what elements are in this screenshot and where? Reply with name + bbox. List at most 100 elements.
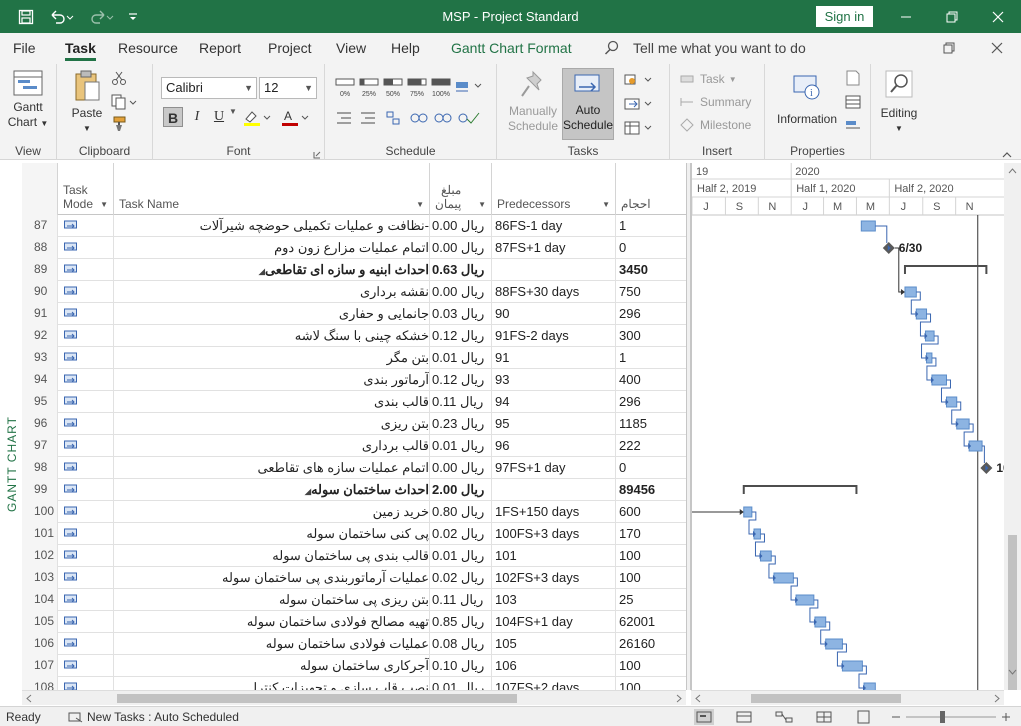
table-row[interactable]: 89 احداث ابنیه و سازه ای تقاطعی◢ ریال 0.63… [22, 259, 686, 281]
table-row[interactable]: 101 پی کنی ساختمان سوله ریال 0.02 100FS+3 d… [22, 523, 686, 545]
row-id[interactable]: 103 [22, 567, 58, 589]
cost-cell[interactable]: ریال 0.02 [430, 567, 492, 589]
table-row[interactable]: 97 قالب برداری ریال 0.01 96 222 [22, 435, 686, 457]
row-id[interactable]: 89 [22, 259, 58, 281]
close-icon[interactable] [975, 0, 1021, 33]
cost-cell[interactable]: ریال 0.12 [430, 325, 492, 347]
cost-cell[interactable]: ریال 2.00 [430, 479, 492, 501]
copy-icon[interactable] [111, 94, 141, 110]
task-mode-cell[interactable] [58, 435, 114, 457]
column-header-predecessors[interactable]: Predecessors ▼ [492, 163, 616, 215]
task-mode-cell[interactable] [58, 633, 114, 655]
task-mode-cell[interactable] [58, 303, 114, 325]
cost-cell[interactable]: ریال 0.12 [430, 369, 492, 391]
underline-chevron-icon[interactable]: ▼ [229, 107, 243, 127]
cost-cell[interactable]: ریال 0.80 [430, 501, 492, 523]
filter-arrow-icon[interactable]: ▼ [478, 200, 486, 209]
minimize-icon[interactable] [883, 0, 929, 33]
table-row[interactable]: 87 -نظافت و عملیات تکمیلی حوضچه شیرآلات ری… [22, 215, 686, 237]
row-id[interactable]: 102 [22, 545, 58, 567]
row-id[interactable]: 88 [22, 237, 58, 259]
percent-complete-75-button[interactable]: 75% [407, 76, 427, 98]
redo-icon[interactable] [84, 0, 118, 33]
resource-sheet-shortcut-icon[interactable] [814, 709, 834, 725]
row-id[interactable]: 90 [22, 281, 58, 303]
predecessors-cell[interactable]: 100FS+3 days [492, 523, 616, 545]
volume-cell[interactable]: 0 [616, 457, 686, 479]
task-name-cell[interactable]: احداث ساختمان سوله◢ [114, 479, 430, 501]
predecessors-cell[interactable]: 101 [492, 545, 616, 567]
auto-schedule-button[interactable]: Auto Schedule [562, 68, 614, 140]
cost-cell[interactable]: ریال 0.63 [430, 259, 492, 281]
grid-horizontal-scrollbar[interactable] [22, 690, 686, 705]
row-id[interactable]: 106 [22, 633, 58, 655]
cost-cell[interactable]: ریال 0.01 [430, 435, 492, 457]
restore-icon[interactable] [929, 0, 975, 33]
volume-cell[interactable]: 400 [616, 369, 686, 391]
collapse-ribbon-icon[interactable] [1002, 148, 1014, 158]
volume-cell[interactable]: 222 [616, 435, 686, 457]
predecessors-cell[interactable]: 88FS+30 days [492, 281, 616, 303]
insert-task-button[interactable]: Task ▼ [680, 72, 737, 86]
predecessors-cell[interactable]: 104FS+1 day [492, 611, 616, 633]
percent-complete-0-button[interactable]: 0% [335, 76, 355, 98]
task-mode-cell[interactable] [58, 545, 114, 567]
network-diagram-shortcut-icon[interactable] [774, 709, 794, 725]
task-mode-cell[interactable] [58, 325, 114, 347]
task-name-cell[interactable]: خرید زمین [114, 501, 430, 523]
volume-cell[interactable]: 1185 [616, 413, 686, 435]
task-name-cell[interactable]: عملیات آرماتوربندی پی ساختمان سوله [114, 567, 430, 589]
table-row[interactable]: 106 عملیات فولادی ساختمان سوله ریال 0.08 10… [22, 633, 686, 655]
row-id[interactable]: 87 [22, 215, 58, 237]
task-usage-shortcut-icon[interactable] [734, 709, 754, 725]
predecessors-cell[interactable]: 93 [492, 369, 616, 391]
task-mode-cell[interactable] [58, 347, 114, 369]
volume-cell[interactable]: 1 [616, 347, 686, 369]
percent-complete-50-button[interactable]: 50% [383, 76, 403, 98]
inspect-icon[interactable] [623, 72, 655, 88]
column-header-task-mode[interactable]: Task Mode ▼ [58, 163, 114, 215]
task-mode-cell[interactable] [58, 413, 114, 435]
table-row[interactable]: 88 اتمام عملیات مزارع زون دوم ریال 0.00 87F… [22, 237, 686, 259]
row-id[interactable]: 107 [22, 655, 58, 677]
volume-cell[interactable]: 62001 [616, 611, 686, 633]
italic-button[interactable]: I [187, 107, 207, 127]
cost-cell[interactable]: ریال 0.11 [430, 589, 492, 611]
task-mode-cell[interactable] [58, 501, 114, 523]
volume-cell[interactable]: 25 [616, 589, 686, 611]
volume-cell[interactable]: 100 [616, 677, 686, 690]
tab-task[interactable]: Task [65, 33, 96, 64]
row-id[interactable]: 97 [22, 435, 58, 457]
volume-cell[interactable]: 296 [616, 391, 686, 413]
task-name-cell[interactable]: قالب بندی [114, 391, 430, 413]
font-name-select[interactable]: Calibri ▼ [161, 77, 257, 99]
row-id[interactable]: 96 [22, 413, 58, 435]
sign-in-button[interactable]: Sign in [816, 6, 873, 27]
mode-icon[interactable] [623, 120, 655, 136]
report-shortcut-icon[interactable] [854, 709, 874, 725]
cut-icon[interactable] [111, 70, 129, 86]
task-name-cell[interactable]: پی کنی ساختمان سوله [114, 523, 430, 545]
font-color-icon[interactable]: A [281, 109, 311, 127]
task-mode-cell[interactable] [58, 611, 114, 633]
vertical-scrollbar[interactable] [1004, 163, 1021, 695]
gantt-bar[interactable] [863, 682, 876, 690]
table-row[interactable]: 103 عملیات آرماتوربندی پی ساختمان سوله ریا… [22, 567, 686, 589]
predecessors-cell[interactable] [492, 259, 616, 281]
task-name-cell[interactable]: تهیه مصالح فولادی ساختمان سوله [114, 611, 430, 633]
format-painter-icon[interactable] [111, 116, 129, 132]
gantt-bar[interactable] [773, 572, 794, 584]
task-mode-cell[interactable] [58, 457, 114, 479]
table-row[interactable]: 105 تهیه مصالح فولادی ساختمان سوله ریال 0.… [22, 611, 686, 633]
table-row[interactable]: 96 بتن ریزی ریال 0.23 95 1185 [22, 413, 686, 435]
undo-icon[interactable] [44, 0, 78, 33]
zoom-slider[interactable] [886, 708, 1016, 726]
tell-me-input[interactable]: Tell me what you want to do [633, 33, 806, 64]
predecessors-cell[interactable]: 95 [492, 413, 616, 435]
task-mode-cell[interactable] [58, 523, 114, 545]
move-icon[interactable] [623, 96, 655, 112]
gantt-bar[interactable] [841, 660, 863, 672]
task-mode-cell[interactable] [58, 237, 114, 259]
select-all-cell[interactable] [22, 163, 58, 215]
row-id[interactable]: 92 [22, 325, 58, 347]
